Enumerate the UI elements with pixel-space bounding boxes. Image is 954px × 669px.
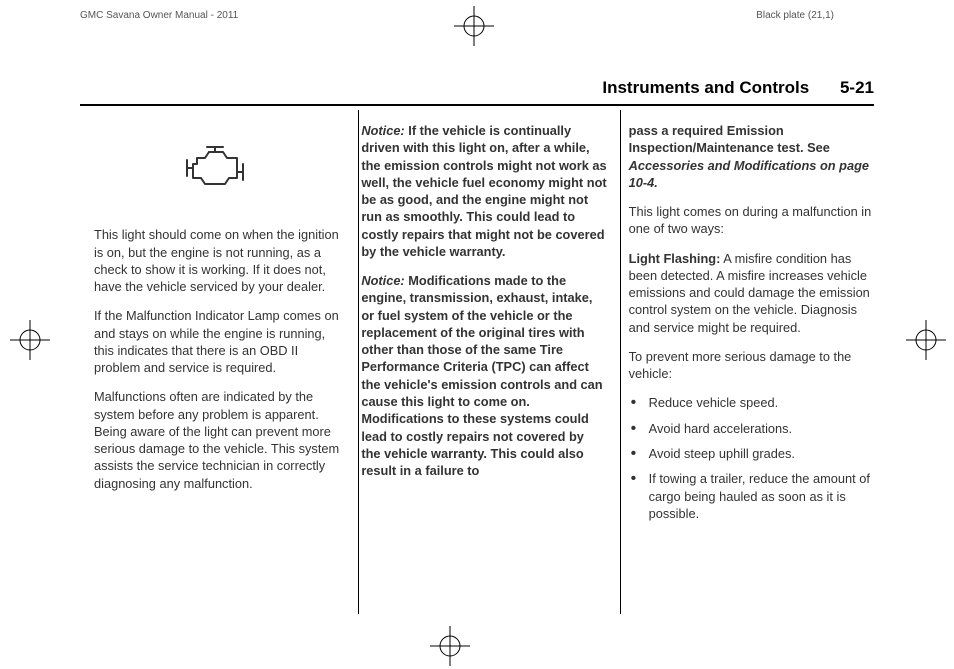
list-item: Avoid steep uphill grades. [629, 445, 874, 462]
light-flashing-label: Light Flashing: [629, 251, 721, 266]
list-item: Reduce vehicle speed. [629, 394, 874, 411]
registration-mark-icon [906, 320, 946, 360]
column-2: Notice: If the vehicle is continually dr… [361, 122, 606, 530]
page-number: 5-21 [840, 78, 874, 97]
manual-title: GMC Savana Owner Manual - 2011 [80, 10, 238, 21]
notice-label: Notice: [361, 123, 404, 138]
body-text: Malfunctions often are indicated by the … [94, 388, 339, 492]
column-1: This light should come on when the ignit… [94, 122, 339, 530]
content-columns: This light should come on when the ignit… [94, 122, 874, 530]
body-text: To prevent more serious damage to the ve… [629, 348, 874, 383]
body-text: If the Malfunction Indicator Lamp comes … [94, 307, 339, 376]
section-title: Instruments and Controls [602, 78, 809, 97]
notice-paragraph: Notice: If the vehicle is continually dr… [361, 122, 606, 260]
list-item: Avoid hard accelerations. [629, 420, 874, 437]
notice-body: If the vehicle is continually driven wit… [361, 123, 606, 259]
check-engine-icon [94, 144, 339, 196]
registration-mark-icon [10, 320, 50, 360]
bullet-list: Reduce vehicle speed. Avoid hard acceler… [629, 394, 874, 522]
notice-paragraph: Notice: Modifications made to the engine… [361, 272, 606, 479]
notice-body-cont: pass a required Emission Inspection/Main… [629, 123, 830, 155]
body-text: This light should come on when the ignit… [94, 226, 339, 295]
body-text: This light comes on during a malfunction… [629, 203, 874, 238]
notice-label: Notice: [361, 273, 404, 288]
plate-info: Black plate (21,1) [756, 10, 834, 21]
notice-continuation: pass a required Emission Inspection/Main… [629, 122, 874, 191]
list-item: If towing a trailer, reduce the amount o… [629, 470, 874, 522]
column-3: pass a required Emission Inspection/Main… [629, 122, 874, 530]
cross-reference: Accessories and Modifications on page 10… [629, 158, 869, 190]
registration-mark-icon [430, 626, 470, 666]
registration-mark-icon [454, 6, 494, 46]
body-text: Light Flashing: A misfire condition has … [629, 250, 874, 336]
page-header: Instruments and Controls 5-21 [80, 78, 874, 106]
notice-body: Modifications made to the engine, transm… [361, 273, 602, 478]
